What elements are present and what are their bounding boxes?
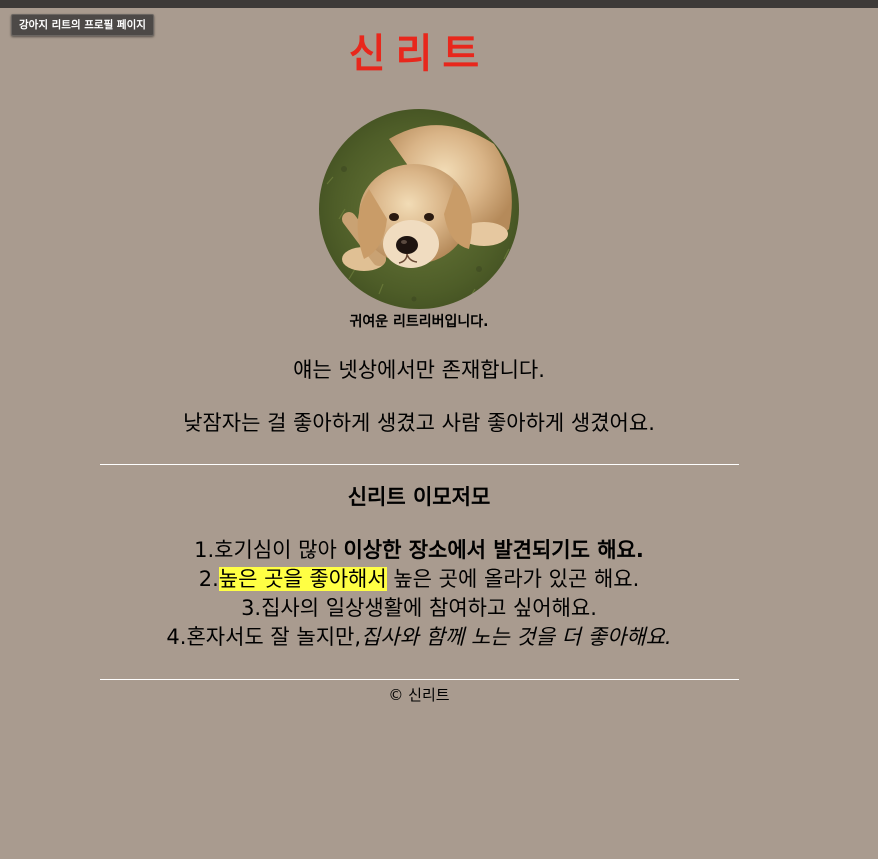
fact-item-3: 3.집사의 일상생활에 참여하고 싶어해요.	[0, 594, 838, 623]
fact-4-text: 4.혼자서도 잘 놀지만,	[166, 625, 362, 649]
facts-title: 신리트 이모저모	[347, 485, 491, 509]
fact-item-4: 4.혼자서도 잘 놀지만,집사와 함께 노는 것을 더 좋아해요.	[0, 623, 838, 652]
fact-1-emphasis: 이상한 장소에서 발견되기도 해요.	[343, 538, 644, 562]
fact-2-number: 2.	[198, 567, 219, 591]
fact-3-text: 3.집사의 일상생활에 참여하고 싶어해요.	[241, 596, 597, 620]
divider-bottom	[100, 679, 739, 680]
footer-copyright: © 신리트	[388, 686, 450, 704]
page-title: 신리트	[348, 31, 490, 77]
facts-list: 1.호기심이 많아 이상한 장소에서 발견되기도 해요. 2.높은 곳을 좋아해…	[0, 536, 838, 652]
profile-image	[319, 109, 519, 309]
fact-1-text: 1.호기심이 많아	[194, 538, 344, 562]
fact-item-1: 1.호기심이 많아 이상한 장소에서 발견되기도 해요.	[0, 536, 838, 565]
window-top-bar	[0, 0, 878, 8]
golden-retriever-photo	[319, 109, 519, 309]
fact-4-italic: 집사와 함께 노는 것을 더 좋아해요.	[361, 625, 672, 649]
fact-2-text: 높은 곳에 올라가 있곤 해요.	[386, 567, 640, 591]
fact-item-2: 2.높은 곳을 좋아해서 높은 곳에 올라가 있곤 해요.	[0, 565, 838, 594]
intro-line-2: 낮잠자는 걸 좋아하게 생겼고 사람 좋아하게 생겼어요.	[183, 411, 655, 435]
divider-top	[100, 464, 739, 465]
profile-caption: 귀여운 리트리버입니다.	[349, 314, 489, 330]
intro-line-1: 얘는 넷상에서만 존재합니다.	[293, 358, 545, 382]
fact-2-highlight: 높은 곳을 좋아해서	[218, 567, 387, 591]
